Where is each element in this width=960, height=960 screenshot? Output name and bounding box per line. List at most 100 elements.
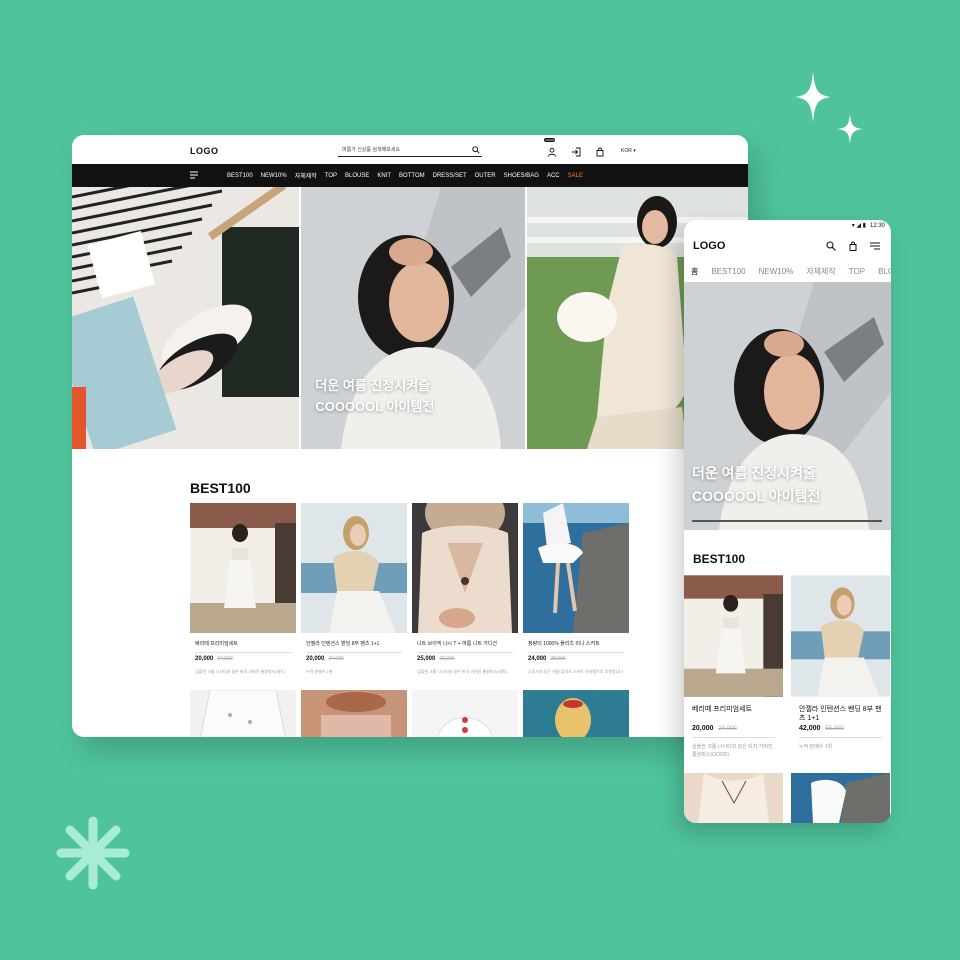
search-icon[interactable] <box>826 241 836 251</box>
product-image[interactable] <box>523 690 629 737</box>
sale-price: 25,000 <box>417 656 436 662</box>
login-icon[interactable] <box>571 144 581 157</box>
asterisk-icon <box>56 816 130 890</box>
product-card[interactable]: 베리떼 프리미엄세트 20,000 24,000 심플한 크롭 나시티와 같은 비… <box>190 503 296 682</box>
hero-image-flatlay <box>72 187 300 449</box>
product-image[interactable] <box>190 503 296 633</box>
mobile-hero-banner[interactable]: 더운 여름 진정시켜줄 COOOOOL 아이템전 <box>684 282 891 530</box>
divider <box>799 737 882 738</box>
product-image[interactable] <box>301 690 407 737</box>
product-name[interactable]: 베리떼 프리미엄세트 <box>195 640 291 647</box>
sale-price: 24,000 <box>528 656 547 662</box>
nav-item-best100[interactable]: BEST100 <box>227 173 253 179</box>
product-name[interactable]: 청량의 1000% 플리츠 미니 스커트 <box>528 640 624 647</box>
product-image[interactable] <box>523 503 629 633</box>
chevron-down-icon: ▾ <box>633 148 636 154</box>
status-time: 12:30 <box>869 223 885 229</box>
nav-item-own-made[interactable]: 자체제작 <box>295 171 317 180</box>
product-card[interactable]: 청량의 1000% 플리츠 미니 스커트 24,000 28,000 소장가치 있… <box>523 503 629 682</box>
desktop-mockup: LOGO 여름가 신상품 검색해보세요 LOGIN KOR ▾ BEST100 … <box>72 135 748 737</box>
nav-item-knit[interactable]: KNIT <box>377 173 391 179</box>
tab-best100[interactable]: BEST100 <box>711 264 745 282</box>
login-badge: LOGIN <box>544 138 556 142</box>
desktop-search-input[interactable]: 여름가 신상품 검색해보세요 <box>338 145 482 157</box>
divider <box>528 652 624 653</box>
nav-item-new10[interactable]: NEW10% <box>261 173 287 179</box>
divider <box>306 652 402 653</box>
search-icon[interactable] <box>472 146 480 154</box>
product-card[interactable]: 안젤라 인텐션스 밴딩 8부 팬츠 1+1 42,000 55,000 누적 판매… <box>791 575 890 759</box>
status-bar: ▾ ◢ ▮ 12:30 <box>684 220 891 234</box>
hero-title-line1: 더운 여름 진정시켜줄 <box>315 378 431 393</box>
product-desc: 누적 판매수 1위 <box>799 744 833 750</box>
product-price: 42,000 55,000 <box>799 725 882 732</box>
sale-price: 20,000 <box>692 725 714 732</box>
mobile-logo[interactable]: LOGO <box>693 240 725 252</box>
nav-item-blouse[interactable]: BLOUSE <box>345 173 369 179</box>
tab-top[interactable]: TOP <box>849 264 865 282</box>
desktop-logo[interactable]: LOGO <box>190 146 219 156</box>
divider <box>195 652 291 653</box>
desktop-header: LOGO 여름가 신상품 검색해보세요 LOGIN KOR ▾ <box>72 135 748 164</box>
desktop-hero-banner[interactable]: 더운 여름 진정시켜줄 COOOOOL 아이템전 <box>72 187 748 449</box>
product-price: 20,000 24,000 <box>306 656 402 662</box>
hamburger-menu-icon[interactable] <box>870 241 880 251</box>
mobile-product-grid-row2 <box>684 773 890 823</box>
product-card[interactable]: 안젤라 인텐션스 밴딩 8부 팬츠 1+1 20,000 24,000 누적 판매… <box>301 503 407 682</box>
product-image[interactable] <box>791 575 890 697</box>
sale-price: 42,000 <box>799 725 821 732</box>
language-label: KOR <box>621 148 632 154</box>
product-name[interactable]: 안젤라 인텐션스 밴딩 8부 팬츠 1+1 <box>306 640 402 647</box>
sale-price: 20,000 <box>306 656 325 662</box>
product-card[interactable]: 니트 브이넥 나시 T + 여름 니트 가디건 25,000 29,000 심플한… <box>412 503 518 682</box>
product-image[interactable] <box>412 503 518 633</box>
desktop-header-icons: LOGIN <box>544 138 605 157</box>
product-desc: 심플한 크롭 나시티와 같은 비치 가버진 롱원피스(GOOD) <box>692 744 773 758</box>
hamburger-menu-icon[interactable] <box>190 171 199 179</box>
nav-item-dress-set[interactable]: DRESS/SET <box>433 173 467 179</box>
search-placeholder: 여름가 신상품 검색해보세요 <box>342 147 400 153</box>
original-price: 28,000 <box>550 656 566 662</box>
divider <box>692 737 775 738</box>
product-name[interactable]: 베리떼 프리미엄세트 <box>692 705 775 723</box>
tab-own-made[interactable]: 자체제작 <box>806 264 835 282</box>
original-price: 29,000 <box>439 656 455 662</box>
product-image[interactable] <box>684 575 783 697</box>
product-price: 20,000 24,000 <box>195 656 291 662</box>
product-card[interactable]: 베리떼 프리미엄세트 20,000 24,000 심플한 크롭 나시티와 같은 비… <box>684 575 783 759</box>
nav-item-outer[interactable]: OUTER <box>475 173 496 179</box>
product-image[interactable] <box>301 503 407 633</box>
hero-image-woman-shadow: 더운 여름 진정시켜줄 COOOOOL 아이템전 <box>301 187 525 449</box>
tab-blouse[interactable]: BLOUSE <box>878 264 891 282</box>
nav-item-sale[interactable]: SALE <box>568 173 583 179</box>
mobile-product-grid: 베리떼 프리미엄세트 20,000 24,000 심플한 크롭 나시티와 같은 비… <box>684 575 890 759</box>
mobile-hero-title: 더운 여름 진정시켜줄 COOOOOL 아이템전 <box>692 462 820 508</box>
product-name[interactable]: 안젤라 인텐션스 밴딩 8부 팬츠 1+1 <box>799 705 882 723</box>
cart-icon[interactable] <box>848 241 858 251</box>
mobile-hero-title-line1: 더운 여름 진정시켜줄 <box>692 465 816 481</box>
product-image[interactable] <box>190 690 296 737</box>
tab-home[interactable]: 홈 <box>691 264 698 282</box>
hero-title-line2: COOOOOL 아이템전 <box>315 399 435 414</box>
mobile-header-icons <box>826 241 880 251</box>
user-icon[interactable]: LOGIN <box>544 138 557 157</box>
nav-item-shoes-bag[interactable]: SHOES/BAG <box>504 173 539 179</box>
tab-new10[interactable]: NEW10% <box>759 264 794 282</box>
product-price: 25,000 29,000 <box>417 656 513 662</box>
cart-icon[interactable] <box>595 144 605 157</box>
nav-item-bottom[interactable]: BOTTOM <box>399 173 425 179</box>
product-desc: 심플한 크롭 나시티와 같은 비치 가버진 롱원피스(세트) <box>417 669 508 674</box>
sale-price: 20,000 <box>195 656 214 662</box>
original-price: 24,000 <box>217 656 233 662</box>
original-price: 24,000 <box>328 656 344 662</box>
product-image[interactable] <box>684 773 783 823</box>
nav-item-top[interactable]: TOP <box>325 173 337 179</box>
nav-item-acc[interactable]: ACC <box>547 173 560 179</box>
mobile-section-title: BEST100 <box>693 552 746 566</box>
original-price: 24,000 <box>718 726 737 732</box>
product-name[interactable]: 니트 브이넥 나시 T + 여름 니트 가디건 <box>417 640 513 647</box>
language-select[interactable]: KOR ▾ <box>621 148 636 154</box>
product-image[interactable] <box>791 773 890 823</box>
product-image[interactable] <box>412 690 518 737</box>
original-price: 55,000 <box>825 726 844 732</box>
